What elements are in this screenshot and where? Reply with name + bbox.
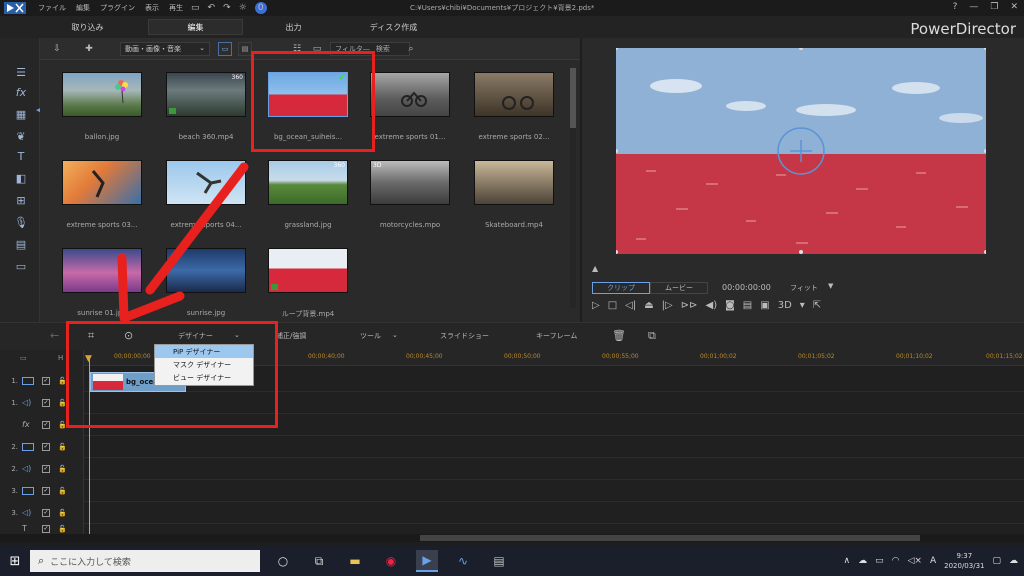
media-app-icon[interactable]: ▤ [488, 550, 510, 572]
powerdirector-task-icon[interactable]: ▶ [416, 550, 438, 572]
onedrive-icon[interactable]: ☁ [858, 556, 867, 566]
chrome-icon[interactable]: ◉ [380, 550, 402, 572]
windows-start-icon[interactable]: ⊞ [0, 554, 30, 569]
search-icon: ⌕ [38, 554, 45, 567]
clock[interactable]: 9:37 2020/03/31 [944, 551, 984, 571]
notification-icon[interactable]: ▢ [992, 556, 1001, 566]
clock-date: 2020/03/31 [944, 562, 985, 570]
ime-indicator[interactable]: A [930, 556, 936, 566]
clock-time: 9:37 [956, 552, 973, 560]
cortana-icon[interactable]: ○ [272, 550, 294, 572]
speaker-icon[interactable]: ◁× [907, 556, 921, 566]
weather-icon[interactable]: ☁ [1009, 556, 1018, 566]
chevron-up-icon[interactable]: ∧ [844, 556, 851, 566]
windows-taskbar: ⊞ ⌕ ここに入力して検索 ○ ⧉ ▬ ◉ ▶ ∿ ▤ ∧ ☁ ▭ ◠ ◁× A… [0, 546, 1024, 576]
battery-icon[interactable]: ▭ [875, 556, 884, 566]
task-view-icon[interactable]: ⧉ [308, 550, 330, 572]
taskbar-search-placeholder: ここに入力して検索 [50, 557, 131, 568]
audio-app-icon[interactable]: ∿ [452, 550, 474, 572]
taskbar-search[interactable]: ⌕ ここに入力して検索 [30, 550, 260, 572]
annotation-arrow [117, 162, 249, 323]
wifi-icon[interactable]: ◠ [892, 556, 900, 566]
explorer-icon[interactable]: ▬ [344, 550, 366, 572]
